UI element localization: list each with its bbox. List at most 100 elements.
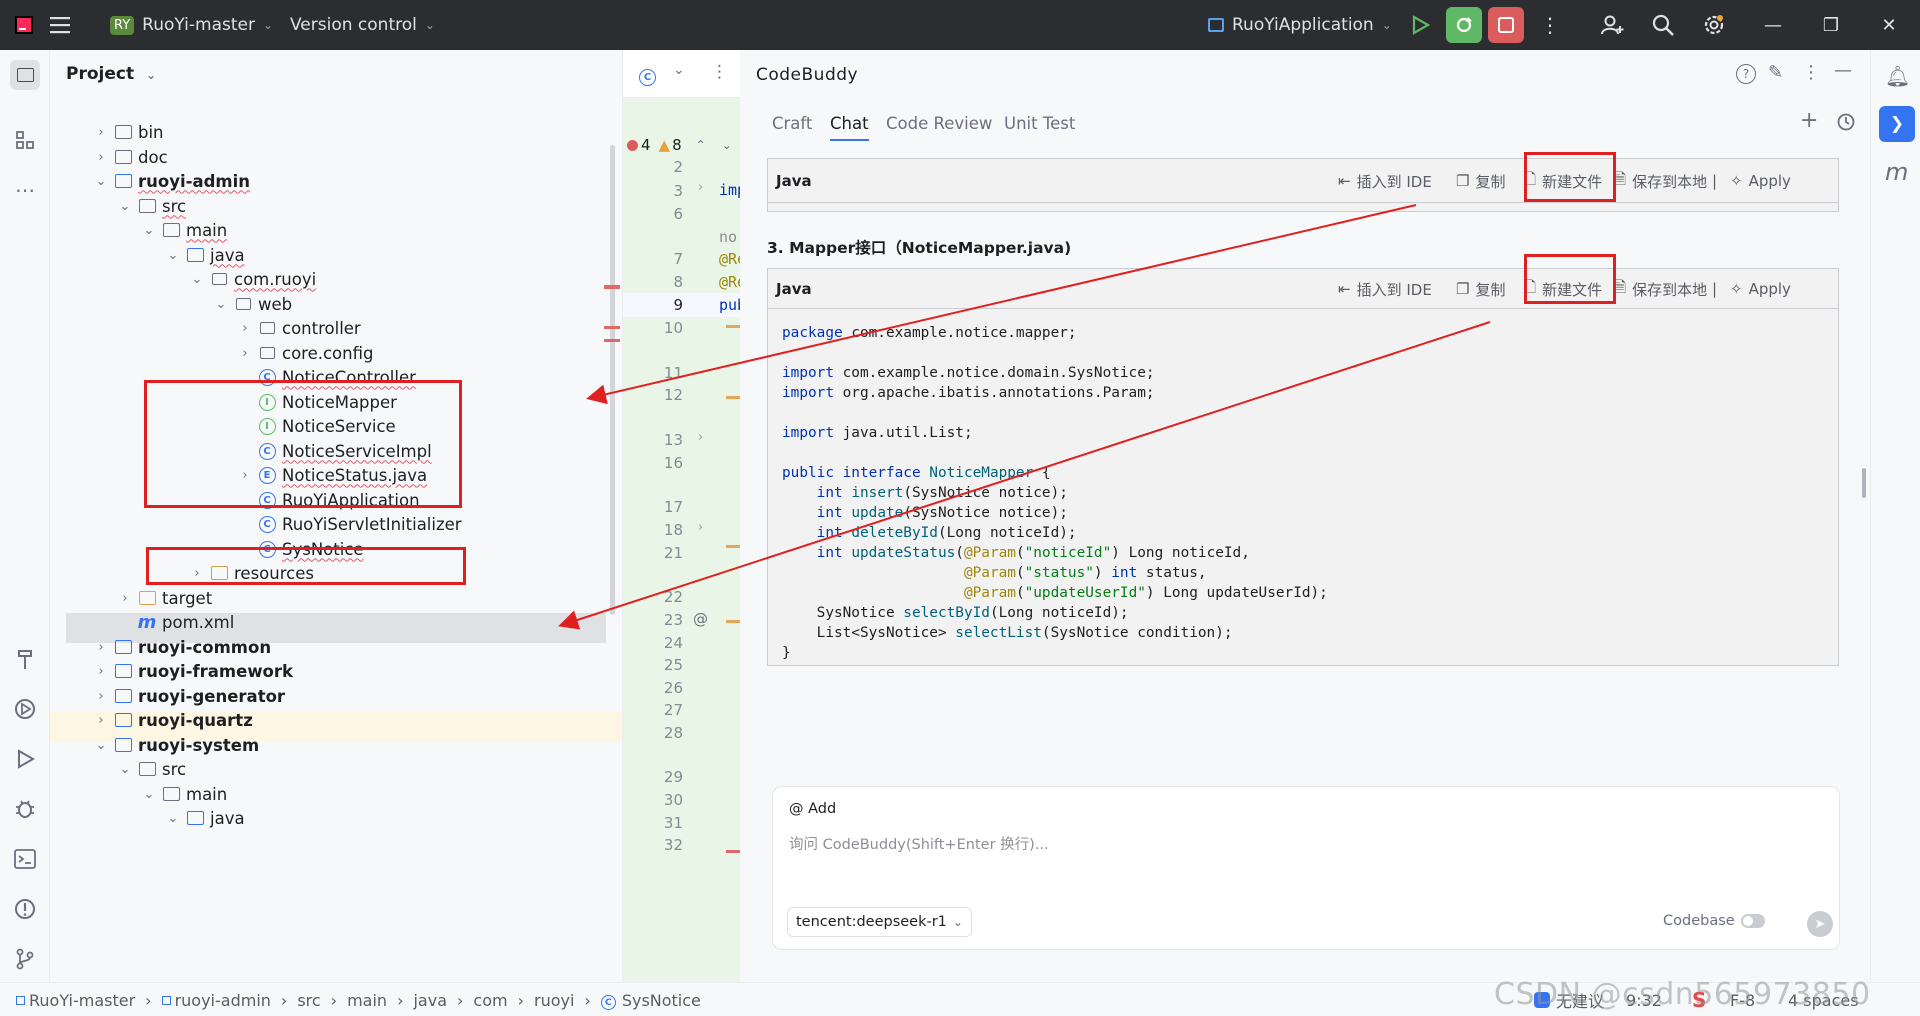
insert-to-ide-button[interactable]: ⇤ 插入到 IDE bbox=[1338, 269, 1432, 309]
fold-chevron-icon[interactable]: › bbox=[698, 180, 703, 195]
run-icon[interactable] bbox=[1410, 0, 1430, 50]
tree-label: ruoyi-generator bbox=[138, 686, 286, 706]
new-file-button[interactable]: 🗋 新建文件 bbox=[1524, 269, 1602, 309]
chevron-right-icon: › bbox=[145, 990, 152, 1010]
more-icon[interactable]: ⋮ bbox=[1802, 62, 1820, 83]
codebuddy-logo-icon[interactable]: ❯ bbox=[1879, 106, 1915, 142]
breadcrumb-item[interactable]: RuoYi-master bbox=[29, 991, 135, 1010]
minimize-icon[interactable]: — bbox=[1750, 0, 1796, 50]
class-icon: C bbox=[256, 513, 278, 535]
tab-unit-test[interactable]: Unit Test bbox=[1004, 114, 1075, 133]
apply-button[interactable]: ✧ Apply bbox=[1730, 269, 1791, 309]
stop-button[interactable] bbox=[1488, 0, 1524, 50]
code-line: int update(SysNotice notice); bbox=[816, 505, 1068, 521]
project-badge: RY bbox=[110, 15, 135, 35]
save-local-button[interactable]: 🗎 保存到本地 bbox=[1614, 159, 1707, 203]
close-icon[interactable]: ✕ bbox=[1866, 0, 1912, 50]
restore-icon[interactable]: ❐ bbox=[1808, 0, 1854, 50]
inspection-widget[interactable]: 4 ▲ 8 ⌃ ⌄ bbox=[627, 136, 732, 154]
project-folder-icon[interactable] bbox=[10, 60, 40, 90]
package-icon bbox=[208, 268, 230, 290]
sparkle-icon: ✧ bbox=[1730, 280, 1743, 298]
fold-chevron-icon[interactable]: › bbox=[698, 430, 703, 445]
chevron-right-icon: › bbox=[98, 639, 104, 655]
debug-rerun-button[interactable] bbox=[1446, 0, 1482, 50]
breadcrumb-item[interactable]: src bbox=[297, 991, 320, 1010]
breadcrumb-item[interactable]: com bbox=[473, 991, 507, 1010]
tab-craft[interactable]: Craft bbox=[772, 114, 812, 133]
breadcrumb-item[interactable]: SysNotice bbox=[622, 991, 701, 1010]
chevron-down-icon: ⌄ bbox=[721, 138, 732, 152]
history-icon[interactable] bbox=[1836, 112, 1856, 137]
new-file-button[interactable]: 🗋 新建文件 bbox=[1524, 159, 1602, 203]
help-icon[interactable]: ? bbox=[1736, 64, 1756, 84]
more-tools-icon[interactable]: ⋯ bbox=[10, 175, 40, 205]
chevron-down-icon[interactable]: ⌄ bbox=[673, 62, 685, 78]
debug-bug-icon[interactable] bbox=[10, 794, 40, 824]
new-chat-plus-icon[interactable]: + bbox=[1800, 108, 1818, 133]
tree-scrollbar[interactable] bbox=[610, 145, 615, 615]
codebase-toggle[interactable]: Codebase bbox=[1663, 913, 1765, 929]
run-config-selector[interactable]: RuoYiApplication ⌄ bbox=[1208, 0, 1392, 50]
notifications-bell-icon[interactable]: 🔔︎ bbox=[1885, 64, 1910, 88]
more-icon[interactable]: ⋮ bbox=[711, 62, 728, 82]
add-context-button[interactable]: @ Add bbox=[789, 801, 836, 817]
tab-chat[interactable]: Chat bbox=[830, 114, 869, 141]
problems-icon[interactable] bbox=[10, 894, 40, 924]
breadcrumb-item[interactable]: ruoyi-admin bbox=[175, 991, 271, 1010]
tab-code-review[interactable]: Code Review bbox=[886, 114, 992, 133]
main-menu-icon[interactable] bbox=[50, 0, 72, 50]
settings-gear-icon[interactable] bbox=[1702, 0, 1726, 50]
search-icon[interactable] bbox=[1652, 0, 1674, 50]
tree-label: ruoyi-quartz bbox=[138, 710, 253, 730]
chevron-right-icon: › bbox=[280, 990, 288, 1010]
git-branch-icon[interactable] bbox=[10, 944, 40, 974]
maven-tool-icon[interactable]: m bbox=[1885, 158, 1908, 186]
chevron-right-icon: › bbox=[194, 565, 200, 581]
override-marker-icon[interactable]: @ bbox=[693, 610, 708, 628]
left-tool-strip: ⋯ bbox=[0, 50, 50, 982]
chat-input-placeholder[interactable]: 询问 CodeBuddy(Shift+Enter 换行)... bbox=[789, 833, 1049, 854]
class-tab-icon[interactable]: C bbox=[639, 65, 656, 86]
project-switcher[interactable]: RY RuoYi-master ⌄ bbox=[110, 0, 273, 50]
add-user-icon[interactable] bbox=[1600, 0, 1624, 50]
insert-icon: ⇤ bbox=[1338, 280, 1351, 298]
more-actions-icon[interactable]: ⋮ bbox=[1540, 0, 1560, 50]
line-number: 24 bbox=[663, 634, 683, 652]
breadcrumb-item[interactable]: main bbox=[347, 991, 387, 1010]
services-icon[interactable] bbox=[10, 694, 40, 724]
insert-to-ide-button[interactable]: ⇤ 插入到 IDE bbox=[1338, 159, 1432, 203]
tree-node-system-java[interactable]: ⌄ java bbox=[162, 803, 245, 833]
apply-button[interactable]: ✧ Apply bbox=[1730, 159, 1791, 203]
code-line: @Param("status") int status, bbox=[963, 565, 1207, 581]
insert-icon: ⇤ bbox=[1338, 172, 1351, 190]
breadcrumb-item[interactable]: java bbox=[413, 991, 447, 1010]
error-stripe bbox=[726, 545, 740, 548]
run-tool-icon[interactable] bbox=[10, 744, 40, 774]
project-view-selector[interactable]: Project ⌄ bbox=[66, 64, 156, 84]
structure-icon[interactable] bbox=[10, 125, 40, 155]
breadcrumb-item[interactable]: ruoyi bbox=[534, 991, 574, 1010]
save-local-button[interactable]: 🗎 保存到本地 bbox=[1614, 269, 1707, 309]
fold-chevron-icon[interactable]: › bbox=[698, 520, 703, 535]
error-stripe bbox=[604, 285, 620, 289]
vcs-menu[interactable]: Version control ⌄ bbox=[290, 0, 435, 50]
copy-button[interactable]: ❐ 复制 bbox=[1456, 269, 1505, 309]
code-line: SysNotice selectById(Long noticeId); bbox=[782, 605, 1129, 621]
chevron-right-icon: › bbox=[98, 663, 104, 679]
folder-icon bbox=[160, 219, 182, 241]
send-button[interactable]: ➤ bbox=[1807, 911, 1833, 937]
terminal-icon[interactable] bbox=[10, 844, 40, 874]
project-panel: Project ⌄ › bin › doc ⌄ ruoyi-admin ⌄ src ⌄ m… bbox=[50, 50, 622, 982]
panel-scrollbar[interactable] bbox=[1862, 468, 1866, 498]
edit-icon[interactable]: ✎ bbox=[1768, 62, 1783, 83]
app-logo-icon[interactable] bbox=[14, 0, 34, 50]
chevron-right-icon: › bbox=[242, 320, 248, 336]
hide-panel-icon[interactable]: — bbox=[1834, 60, 1852, 81]
error-count: 4 bbox=[641, 136, 651, 154]
model-selector[interactable]: tencent:deepseek-r1 ⌄ bbox=[787, 907, 972, 937]
line-number: 9 bbox=[673, 296, 683, 314]
hammer-build-icon[interactable] bbox=[10, 644, 40, 674]
copy-button[interactable]: ❐ 复制 bbox=[1456, 159, 1505, 203]
chat-input-box[interactable]: @ Add 询问 CodeBuddy(Shift+Enter 换行)... te… bbox=[772, 786, 1840, 950]
